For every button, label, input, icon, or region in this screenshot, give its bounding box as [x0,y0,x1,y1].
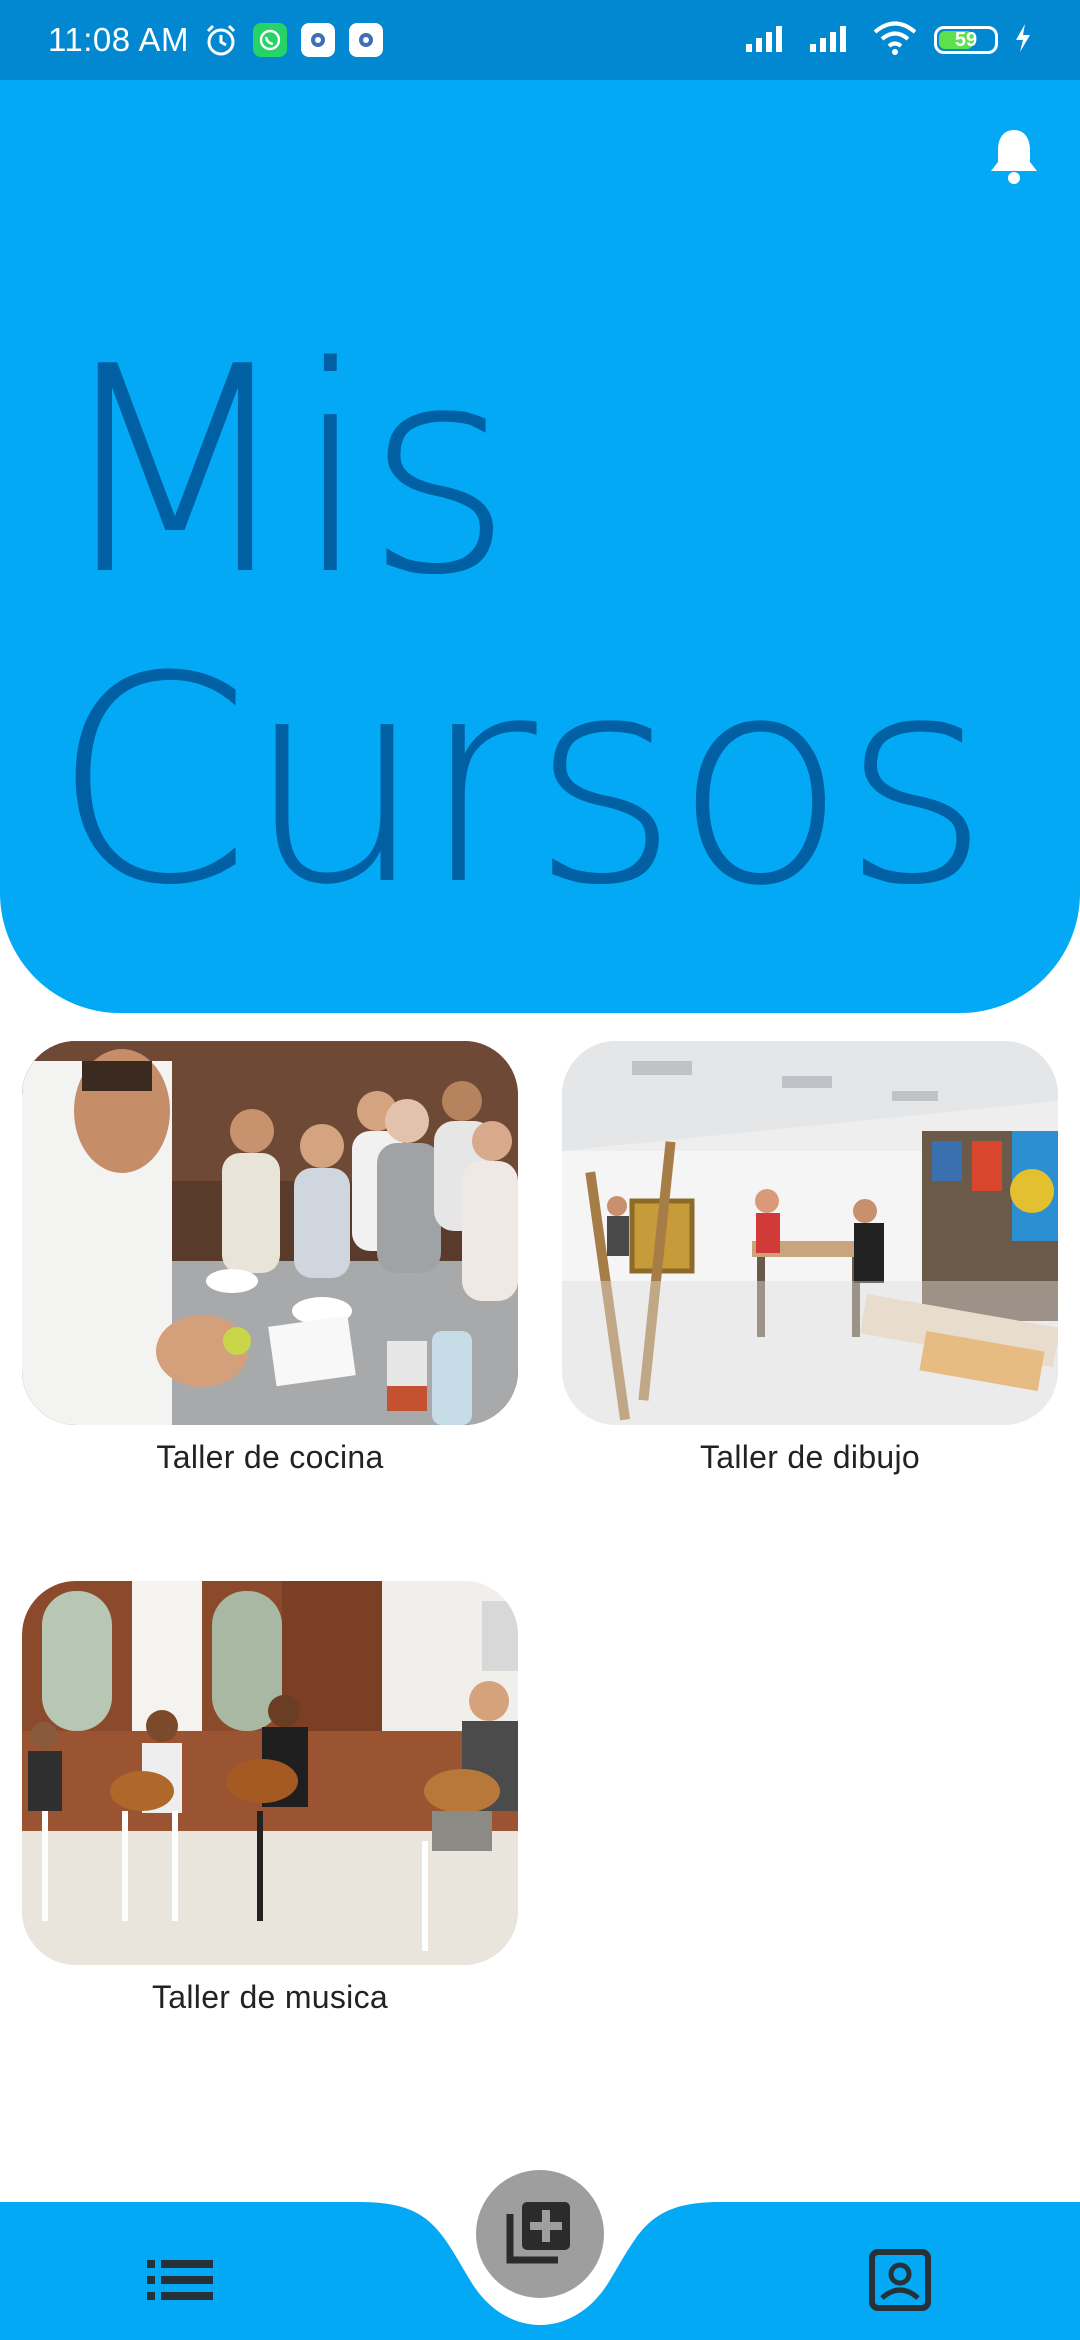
contact-card-icon[interactable] [860,2240,940,2320]
add-course-button[interactable] [476,2170,604,2298]
page-title-line-2: Cursos [52,616,990,948]
wifi-icon [872,21,918,60]
course-image-dibujo[interactable] [562,1041,1058,1425]
list-icon[interactable] [140,2250,220,2310]
status-right: 59 [744,21,1032,60]
course-label-cocina: Taller de cocina [156,1439,384,1475]
course-card-cocina[interactable]: Taller de cocina [22,1041,518,1476]
signal-icon [808,22,856,59]
bell-icon[interactable] [986,126,1042,186]
course-label-musica: Taller de musica [151,1979,388,2015]
whatsapp-icon [252,23,287,57]
page-title-line-1: Mis [52,306,514,638]
course-card-musica[interactable]: Taller de musica [22,1581,518,2016]
status-bar: 11:08 AM 59 [0,0,1080,80]
alarm-icon [203,22,239,58]
settings-icon [348,23,383,57]
add-library-icon [504,2196,576,2273]
header: Mis Cursos [0,80,1080,1013]
course-image-musica[interactable] [22,1581,518,1965]
course-image-cocina[interactable] [22,1041,518,1425]
battery-icon: 59 [934,26,998,54]
signal-icon [744,22,792,59]
screen: 11:08 AM 59 Mis Cursos Taller de cocina … [0,0,1080,2340]
battery-level: 59 [954,28,978,51]
charging-icon [1014,23,1032,58]
settings-icon [300,23,335,57]
course-card-dibujo[interactable]: Taller de dibujo [562,1041,1058,1476]
status-time: 11:08 AM [48,21,189,58]
course-label-dibujo: Taller de dibujo [699,1439,921,1475]
status-left: 11:08 AM [48,21,383,59]
